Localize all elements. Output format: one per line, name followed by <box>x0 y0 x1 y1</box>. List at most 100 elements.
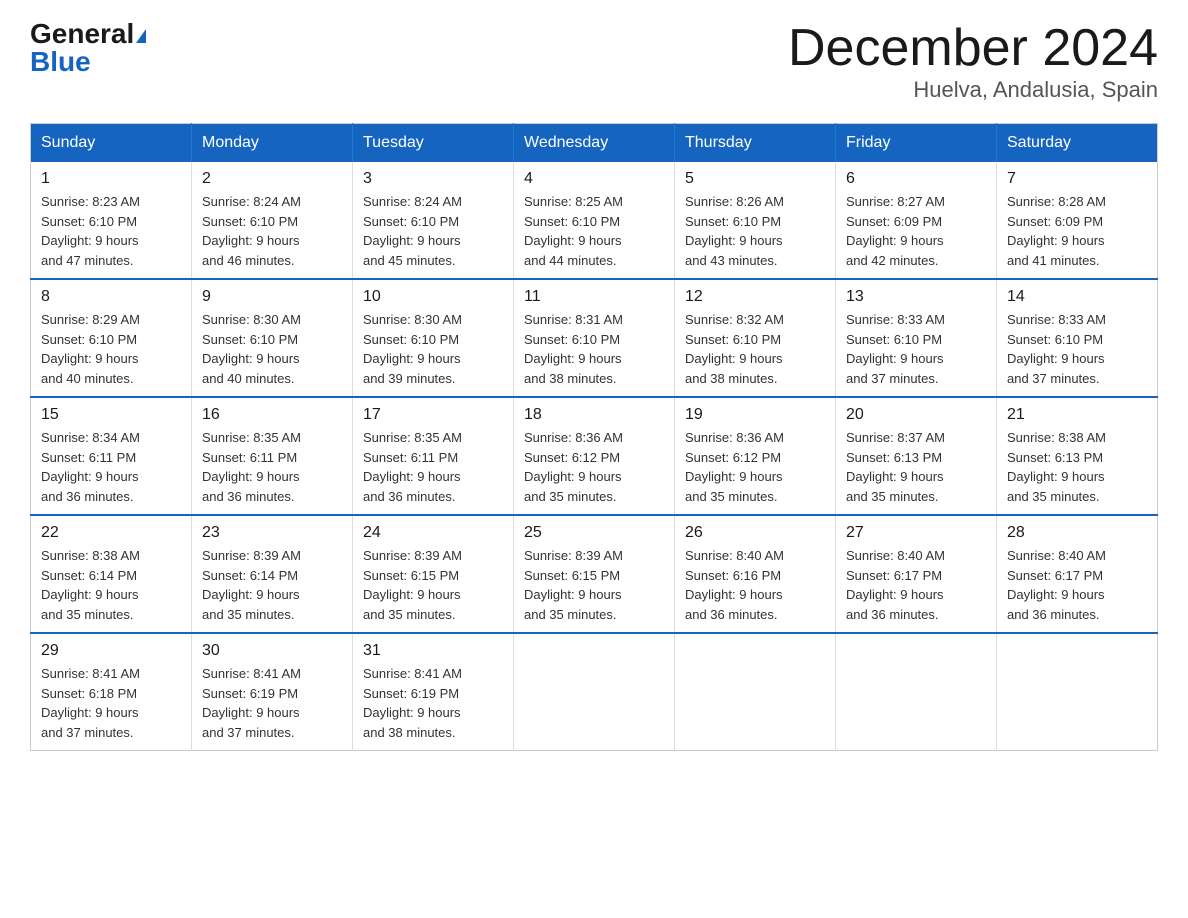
day-info: Sunrise: 8:28 AM Sunset: 6:09 PM Dayligh… <box>1007 192 1147 270</box>
calendar-cell: 2 Sunrise: 8:24 AM Sunset: 6:10 PM Daylig… <box>192 162 353 279</box>
calendar-cell: 30Sunrise: 8:41 AM Sunset: 6:19 PM Dayli… <box>192 633 353 751</box>
day-info: Sunrise: 8:40 AM Sunset: 6:17 PM Dayligh… <box>1007 546 1147 624</box>
calendar-cell: 28 Sunrise: 8:40 AM Sunset: 6:17 PM Dayli… <box>997 515 1158 633</box>
day-number: 12 <box>685 288 825 306</box>
calendar-cell: 19Sunrise: 8:36 AM Sunset: 6:12 PM Dayli… <box>675 397 836 515</box>
day-info: Sunrise: 8:27 AM Sunset: 6:09 PM Dayligh… <box>846 192 986 270</box>
day-info: Sunrise: 8:36 AM Sunset: 6:12 PM Dayligh… <box>524 428 664 506</box>
calendar-cell: 16Sunrise: 8:35 AM Sunset: 6:11 PM Dayli… <box>192 397 353 515</box>
col-header-friday: Friday <box>836 124 997 163</box>
day-info: Sunrise: 8:41 AM Sunset: 6:19 PM Dayligh… <box>363 664 503 742</box>
day-number: 29 <box>41 642 181 660</box>
day-number: 30 <box>202 642 342 660</box>
day-info: Sunrise: 8:32 AM Sunset: 6:10 PM Dayligh… <box>685 310 825 388</box>
day-number: 15 <box>41 406 181 424</box>
calendar-cell: 24Sunrise: 8:39 AM Sunset: 6:15 PM Dayli… <box>353 515 514 633</box>
logo-blue: Blue <box>30 46 91 77</box>
calendar-cell: 20 Sunrise: 8:37 AM Sunset: 6:13 PM Dayli… <box>836 397 997 515</box>
calendar-week-row: 22 Sunrise: 8:38 AM Sunset: 6:14 PM Dayli… <box>31 515 1158 633</box>
day-number: 27 <box>846 524 986 542</box>
day-info: Sunrise: 8:37 AM Sunset: 6:13 PM Dayligh… <box>846 428 986 506</box>
day-number: 3 <box>363 170 503 188</box>
day-number: 22 <box>41 524 181 542</box>
day-number: 17 <box>363 406 503 424</box>
col-header-sunday: Sunday <box>31 124 192 163</box>
calendar-cell <box>997 633 1158 751</box>
calendar-cell: 15 Sunrise: 8:34 AM Sunset: 6:11 PM Dayli… <box>31 397 192 515</box>
col-header-wednesday: Wednesday <box>514 124 675 163</box>
calendar-cell: 18 Sunrise: 8:36 AM Sunset: 6:12 PM Dayli… <box>514 397 675 515</box>
calendar-cell: 4 Sunrise: 8:25 AM Sunset: 6:10 PM Daylig… <box>514 162 675 279</box>
day-info: Sunrise: 8:38 AM Sunset: 6:13 PM Dayligh… <box>1007 428 1147 506</box>
logo-triangle-icon <box>136 29 146 43</box>
calendar-cell: 7 Sunrise: 8:28 AM Sunset: 6:09 PM Daylig… <box>997 162 1158 279</box>
calendar-cell: 6 Sunrise: 8:27 AM Sunset: 6:09 PM Daylig… <box>836 162 997 279</box>
day-info: Sunrise: 8:25 AM Sunset: 6:10 PM Dayligh… <box>524 192 664 270</box>
calendar-week-row: 15 Sunrise: 8:34 AM Sunset: 6:11 PM Dayli… <box>31 397 1158 515</box>
day-number: 28 <box>1007 524 1147 542</box>
calendar-cell <box>675 633 836 751</box>
day-info: Sunrise: 8:31 AM Sunset: 6:10 PM Dayligh… <box>524 310 664 388</box>
day-info: Sunrise: 8:23 AM Sunset: 6:10 PM Dayligh… <box>41 192 181 270</box>
day-number: 7 <box>1007 170 1147 188</box>
day-number: 2 <box>202 170 342 188</box>
calendar-week-row: 1 Sunrise: 8:23 AM Sunset: 6:10 PM Daylig… <box>31 162 1158 279</box>
col-header-tuesday: Tuesday <box>353 124 514 163</box>
day-info: Sunrise: 8:29 AM Sunset: 6:10 PM Dayligh… <box>41 310 181 388</box>
day-info: Sunrise: 8:39 AM Sunset: 6:15 PM Dayligh… <box>363 546 503 624</box>
calendar-week-row: 29 Sunrise: 8:41 AM Sunset: 6:18 PM Dayli… <box>31 633 1158 751</box>
day-info: Sunrise: 8:34 AM Sunset: 6:11 PM Dayligh… <box>41 428 181 506</box>
col-header-monday: Monday <box>192 124 353 163</box>
title-area: December 2024 Huelva, Andalusia, Spain <box>788 20 1158 103</box>
col-header-thursday: Thursday <box>675 124 836 163</box>
day-info: Sunrise: 8:38 AM Sunset: 6:14 PM Dayligh… <box>41 546 181 624</box>
day-number: 23 <box>202 524 342 542</box>
day-info: Sunrise: 8:35 AM Sunset: 6:11 PM Dayligh… <box>363 428 503 506</box>
day-number: 20 <box>846 406 986 424</box>
day-number: 19 <box>685 406 825 424</box>
day-number: 26 <box>685 524 825 542</box>
calendar-cell: 29 Sunrise: 8:41 AM Sunset: 6:18 PM Dayli… <box>31 633 192 751</box>
day-number: 25 <box>524 524 664 542</box>
day-info: Sunrise: 8:24 AM Sunset: 6:10 PM Dayligh… <box>202 192 342 270</box>
day-info: Sunrise: 8:39 AM Sunset: 6:15 PM Dayligh… <box>524 546 664 624</box>
calendar-cell: 25 Sunrise: 8:39 AM Sunset: 6:15 PM Dayli… <box>514 515 675 633</box>
calendar-cell: 5Sunrise: 8:26 AM Sunset: 6:10 PM Daylig… <box>675 162 836 279</box>
day-number: 4 <box>524 170 664 188</box>
calendar-cell: 31Sunrise: 8:41 AM Sunset: 6:19 PM Dayli… <box>353 633 514 751</box>
day-info: Sunrise: 8:40 AM Sunset: 6:17 PM Dayligh… <box>846 546 986 624</box>
day-info: Sunrise: 8:41 AM Sunset: 6:18 PM Dayligh… <box>41 664 181 742</box>
day-number: 9 <box>202 288 342 306</box>
calendar-cell: 10Sunrise: 8:30 AM Sunset: 6:10 PM Dayli… <box>353 279 514 397</box>
day-info: Sunrise: 8:40 AM Sunset: 6:16 PM Dayligh… <box>685 546 825 624</box>
day-number: 5 <box>685 170 825 188</box>
day-number: 6 <box>846 170 986 188</box>
day-info: Sunrise: 8:33 AM Sunset: 6:10 PM Dayligh… <box>1007 310 1147 388</box>
day-info: Sunrise: 8:39 AM Sunset: 6:14 PM Dayligh… <box>202 546 342 624</box>
calendar-week-row: 8 Sunrise: 8:29 AM Sunset: 6:10 PM Daylig… <box>31 279 1158 397</box>
page-header: General Blue December 2024 Huelva, Andal… <box>30 20 1158 103</box>
day-number: 1 <box>41 170 181 188</box>
day-number: 10 <box>363 288 503 306</box>
calendar-table: SundayMondayTuesdayWednesdayThursdayFrid… <box>30 123 1158 751</box>
location-title: Huelva, Andalusia, Spain <box>788 77 1158 103</box>
day-number: 8 <box>41 288 181 306</box>
calendar-cell: 9 Sunrise: 8:30 AM Sunset: 6:10 PM Daylig… <box>192 279 353 397</box>
logo: General Blue <box>30 20 146 76</box>
calendar-cell <box>836 633 997 751</box>
day-number: 13 <box>846 288 986 306</box>
day-info: Sunrise: 8:33 AM Sunset: 6:10 PM Dayligh… <box>846 310 986 388</box>
calendar-cell: 11Sunrise: 8:31 AM Sunset: 6:10 PM Dayli… <box>514 279 675 397</box>
calendar-cell: 12 Sunrise: 8:32 AM Sunset: 6:10 PM Dayli… <box>675 279 836 397</box>
logo-text: General Blue <box>30 20 146 76</box>
calendar-cell: 27 Sunrise: 8:40 AM Sunset: 6:17 PM Dayli… <box>836 515 997 633</box>
calendar-cell: 23 Sunrise: 8:39 AM Sunset: 6:14 PM Dayli… <box>192 515 353 633</box>
calendar-cell: 8 Sunrise: 8:29 AM Sunset: 6:10 PM Daylig… <box>31 279 192 397</box>
day-info: Sunrise: 8:35 AM Sunset: 6:11 PM Dayligh… <box>202 428 342 506</box>
month-title: December 2024 <box>788 20 1158 77</box>
day-info: Sunrise: 8:30 AM Sunset: 6:10 PM Dayligh… <box>202 310 342 388</box>
calendar-cell: 26 Sunrise: 8:40 AM Sunset: 6:16 PM Dayli… <box>675 515 836 633</box>
day-info: Sunrise: 8:24 AM Sunset: 6:10 PM Dayligh… <box>363 192 503 270</box>
calendar-cell: 21Sunrise: 8:38 AM Sunset: 6:13 PM Dayli… <box>997 397 1158 515</box>
day-number: 18 <box>524 406 664 424</box>
